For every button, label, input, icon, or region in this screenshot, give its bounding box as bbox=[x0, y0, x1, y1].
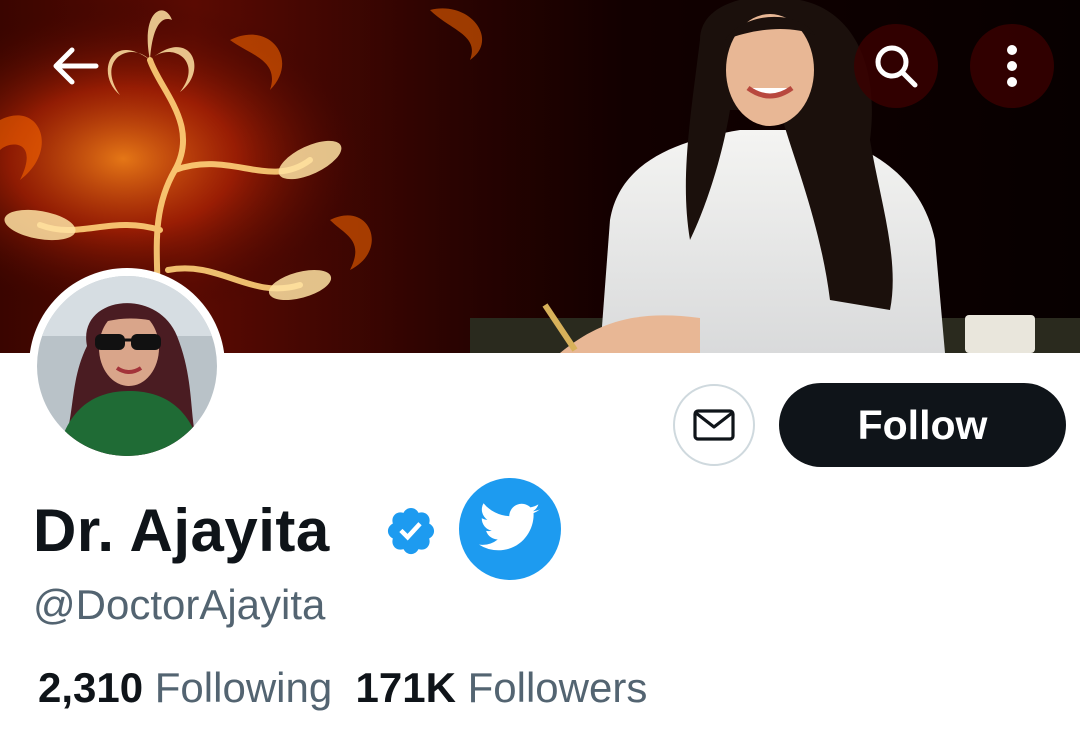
search-icon bbox=[875, 45, 918, 88]
avatar[interactable] bbox=[29, 268, 225, 464]
follow-button[interactable]: Follow bbox=[779, 383, 1066, 467]
following-count: 2,310 bbox=[38, 664, 144, 711]
twitter-badge bbox=[459, 478, 561, 580]
following-link[interactable]: 2,310 Following bbox=[38, 664, 332, 711]
profile-display-name: Dr. Ajayita bbox=[33, 497, 330, 564]
followers-count: 171K bbox=[355, 664, 456, 711]
twitter-bird-icon bbox=[479, 503, 541, 551]
avatar-image bbox=[37, 276, 217, 456]
more-options-button[interactable] bbox=[970, 24, 1054, 108]
profile-handle: @DoctorAjayita bbox=[33, 581, 326, 628]
followers-link[interactable]: 171K Followers bbox=[356, 664, 648, 711]
followers-label: Followers bbox=[467, 664, 648, 711]
verified-badge-icon[interactable] bbox=[384, 504, 438, 558]
profile-stats: 2,310 Following 171K Followers bbox=[38, 660, 647, 716]
envelope-icon bbox=[693, 409, 735, 441]
following-label: Following bbox=[154, 664, 333, 711]
search-button[interactable] bbox=[854, 24, 938, 108]
message-button[interactable] bbox=[673, 384, 755, 466]
arrow-left-icon bbox=[53, 47, 99, 85]
back-button[interactable] bbox=[33, 24, 117, 108]
more-vertical-icon bbox=[1007, 45, 1017, 87]
